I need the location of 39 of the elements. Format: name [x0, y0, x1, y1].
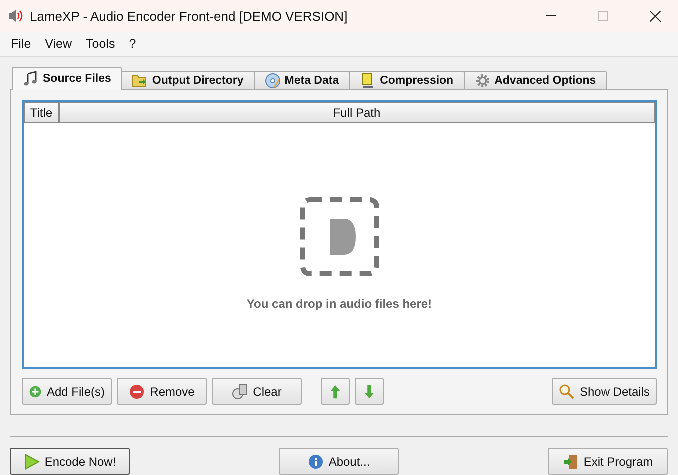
gear-icon [474, 72, 491, 88]
action-button[interactable]: Encode Now! [10, 448, 130, 475]
play-icon [24, 454, 40, 470]
action-button[interactable]: About... [279, 448, 399, 475]
window-title: LameXP - Audio Encoder Front-end [DEMO VERSION] [30, 8, 349, 24]
menu-item[interactable]: View [38, 37, 80, 51]
move-up-button[interactable] [321, 378, 350, 405]
tab[interactable]: Meta Data [254, 71, 350, 90]
drop-target-icon [300, 197, 380, 277]
music-note-icon [23, 71, 39, 87]
move-down-button[interactable] [355, 378, 384, 405]
column-header[interactable]: Title [24, 102, 59, 123]
tab[interactable]: Output Directory [121, 71, 255, 90]
minus-icon [129, 384, 146, 400]
info-icon [308, 454, 324, 470]
down-arrow-icon [362, 384, 377, 400]
tab[interactable]: Advanced Options [464, 71, 608, 90]
tab[interactable]: Source Files [12, 67, 122, 90]
list-button[interactable]: Add File(s) [22, 378, 112, 405]
list-button[interactable]: Clear [212, 378, 302, 405]
minimize-icon[interactable] [546, 15, 556, 17]
menu-item[interactable]: ? [122, 37, 144, 51]
folder-arrow-icon [132, 72, 148, 88]
exit-door-icon [562, 454, 579, 470]
drop-hint: You can drop in audio files here! [246, 297, 432, 311]
disks-icon [232, 384, 248, 400]
menu-item[interactable]: Tools [79, 37, 122, 51]
action-button[interactable]: Exit Program [548, 448, 668, 475]
column-header[interactable]: Full Path [59, 102, 655, 123]
search-icon [559, 384, 575, 400]
close-icon[interactable] [650, 10, 660, 22]
speaker-icon [8, 8, 24, 24]
show-details-button[interactable]: Show Details [552, 378, 657, 405]
list-button[interactable]: Remove [117, 378, 207, 405]
tab[interactable]: Compression [349, 71, 465, 90]
maximize-icon[interactable] [598, 11, 608, 21]
up-arrow-icon [328, 384, 343, 400]
plus-icon [29, 384, 42, 400]
menu-item[interactable]: File [4, 37, 38, 51]
